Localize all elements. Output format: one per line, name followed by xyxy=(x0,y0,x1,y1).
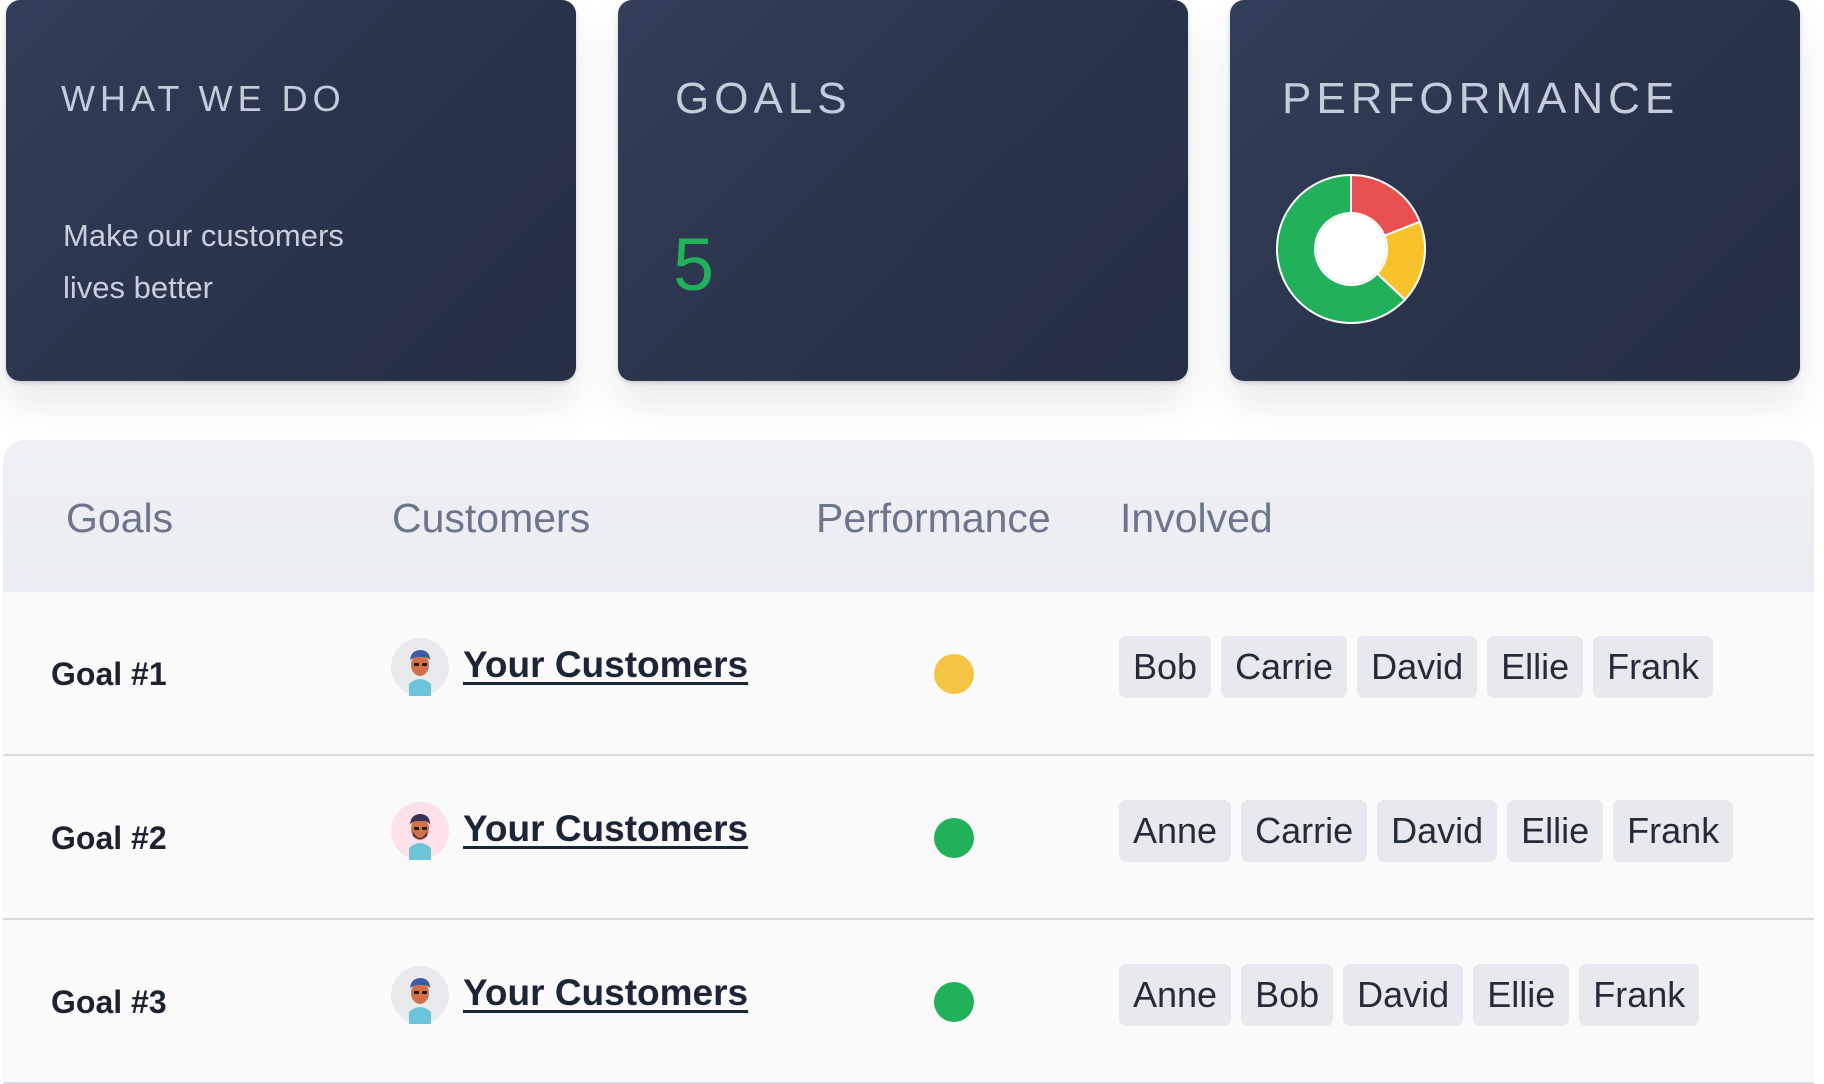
performance-card: Performance xyxy=(1230,0,1800,381)
donut-hole xyxy=(1316,214,1386,284)
involved-people: Anne Carrie David Ellie Frank xyxy=(1119,800,1734,862)
goal-name: Goal #3 xyxy=(51,984,167,1020)
mission-title: What we do xyxy=(61,78,346,119)
performance-donut-chart xyxy=(1276,174,1426,324)
customer-avatar-icon xyxy=(391,638,449,696)
goal-name: Goal #1 xyxy=(51,656,167,692)
person-tag[interactable]: Bob xyxy=(1119,636,1212,698)
involved-people: Bob Carrie David Ellie Frank xyxy=(1119,636,1714,698)
performance-status-dot xyxy=(934,818,974,858)
person-tag[interactable]: David xyxy=(1377,800,1498,862)
table-row: Goal #3 Your Customers Anne Bob David Ellie… xyxy=(3,920,1814,1084)
customer-link[interactable]: Your Customers xyxy=(463,970,748,1016)
person-tag[interactable]: David xyxy=(1343,964,1464,1026)
customer-link[interactable]: Your Customers xyxy=(463,806,748,852)
person-tag[interactable]: David xyxy=(1357,636,1478,698)
person-tag[interactable]: Frank xyxy=(1593,636,1714,698)
person-tag[interactable]: Anne xyxy=(1119,964,1232,1026)
person-tag[interactable]: Frank xyxy=(1613,800,1734,862)
mission-text: Make our customers lives better xyxy=(63,218,344,305)
header-performance: Performance xyxy=(816,495,1051,541)
header-goals: Goals xyxy=(66,495,174,541)
person-tag[interactable]: Anne xyxy=(1119,800,1232,862)
goals-card: Goals 5 xyxy=(618,0,1188,381)
person-tag[interactable]: Frank xyxy=(1579,964,1700,1026)
header-involved: Involved xyxy=(1120,495,1273,541)
person-tag[interactable]: Carrie xyxy=(1221,636,1348,698)
person-tag[interactable]: Ellie xyxy=(1487,636,1584,698)
goals-count: 5 xyxy=(673,223,715,306)
person-tag[interactable]: Bob xyxy=(1241,964,1334,1026)
performance-title: Performance xyxy=(1282,74,1680,123)
mission-card: What we do Make our customers lives bett… xyxy=(6,0,576,381)
customer-avatar-icon xyxy=(391,966,449,1024)
table-row: Goal #2 Your Customers Anne Carrie David El… xyxy=(3,756,1814,920)
goals-title: Goals xyxy=(675,74,852,123)
table-header: Goals Customers Performance Involved xyxy=(3,440,1814,592)
person-tag[interactable]: Carrie xyxy=(1241,800,1368,862)
performance-status-dot xyxy=(934,982,974,1022)
goals-table: Goals Customers Performance Involved Goa… xyxy=(3,440,1814,1084)
header-customers: Customers xyxy=(392,495,591,541)
table-row: Goal #1 Your Customers Bob Carrie David Ell… xyxy=(3,592,1814,756)
involved-people: Anne Bob David Ellie Frank xyxy=(1119,964,1700,1026)
customer-avatar-icon xyxy=(391,802,449,860)
performance-status-dot xyxy=(934,654,974,694)
customer-link[interactable]: Your Customers xyxy=(463,642,748,688)
person-tag[interactable]: Ellie xyxy=(1473,964,1570,1026)
goal-name: Goal #2 xyxy=(51,820,167,856)
person-tag[interactable]: Ellie xyxy=(1507,800,1604,862)
